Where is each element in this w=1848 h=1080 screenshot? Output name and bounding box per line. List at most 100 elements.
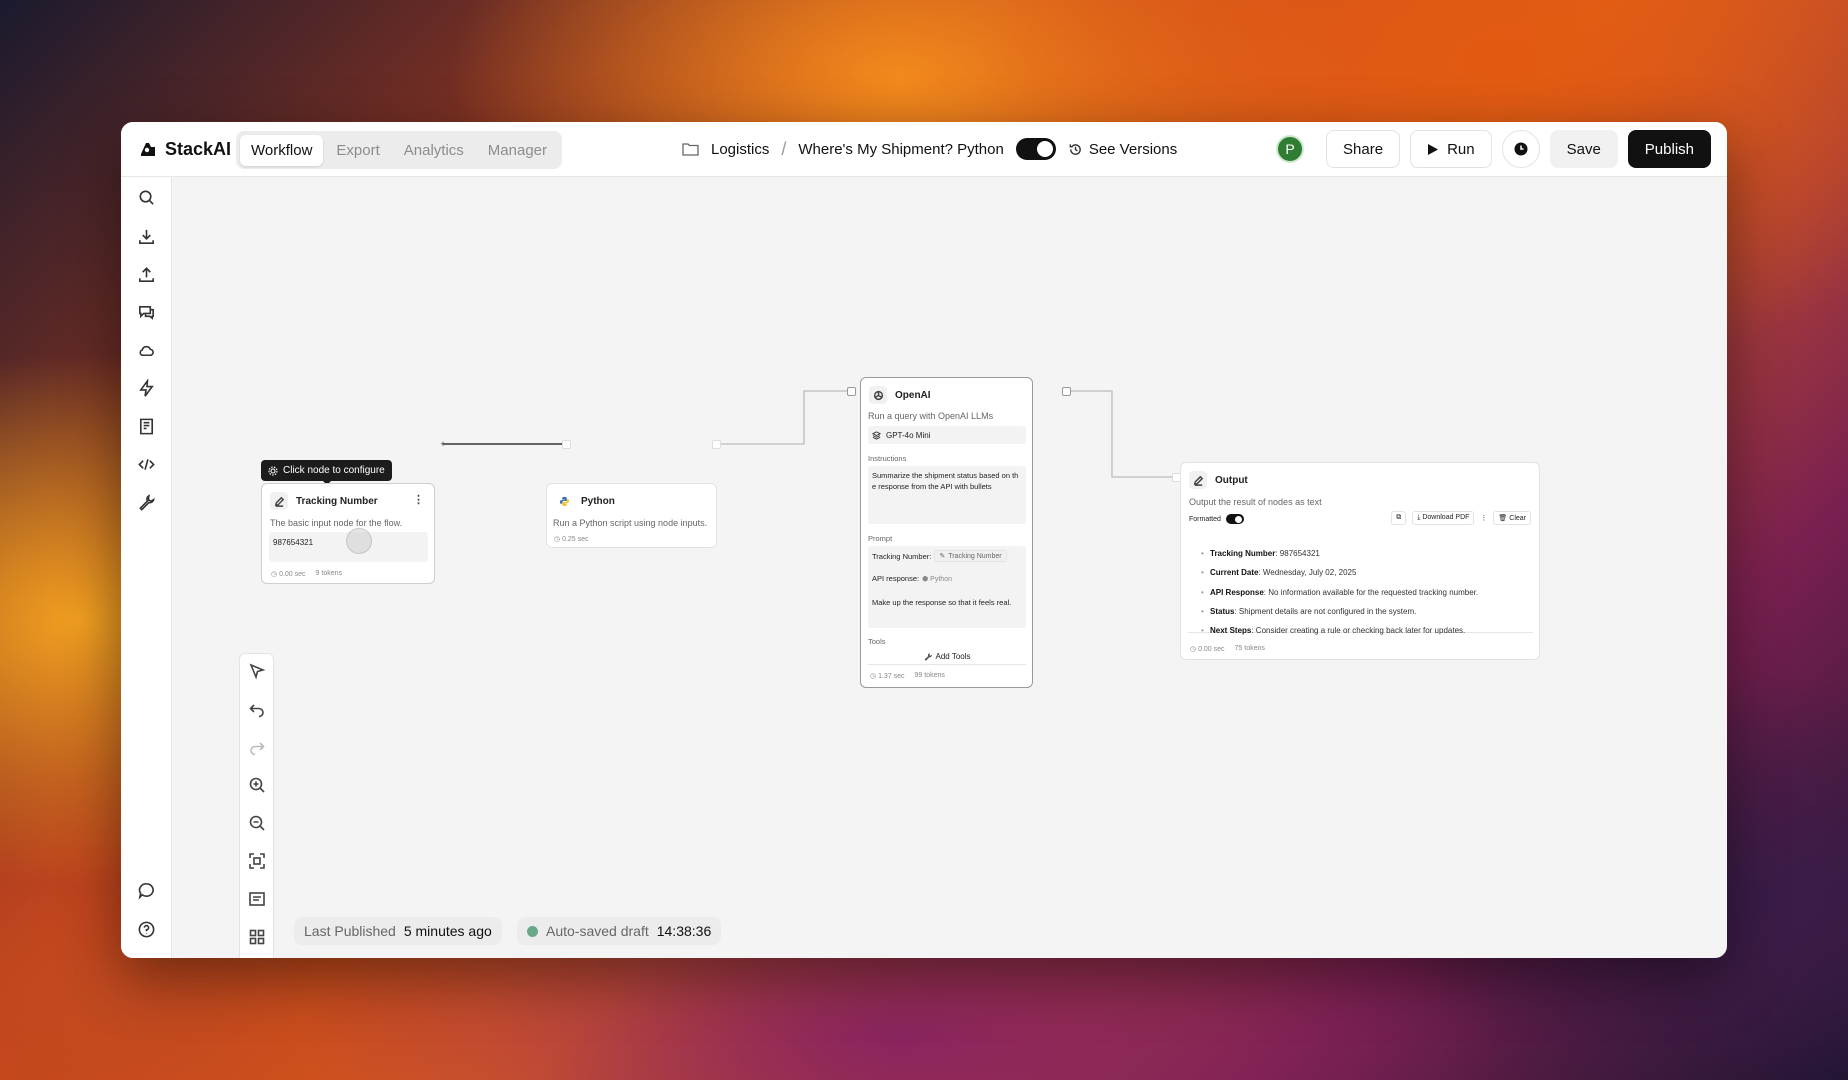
play-icon: [1428, 143, 1439, 155]
output-bullet: Next Steps: Consider creating a rule or …: [1201, 626, 1465, 635]
prompt-line-text: Make up the response so that it feels re…: [872, 598, 1012, 607]
fit-view-icon[interactable]: [248, 852, 266, 870]
token-stat: 9 tokens: [315, 570, 342, 577]
top-bar: StackAI Workflow Export Analytics Manage…: [121, 122, 1727, 177]
pointer-icon[interactable]: [248, 662, 266, 680]
layout-grid-icon[interactable]: [248, 928, 266, 946]
edge-openai-output: [1068, 390, 1182, 478]
node-description: The basic input node for the flow.: [270, 518, 403, 528]
history-icon: [1069, 143, 1081, 155]
variable-chip[interactable]: ✎ Tracking Number: [934, 550, 1007, 562]
avatar[interactable]: P: [1276, 135, 1305, 163]
formatted-toggle-row: Formatted: [1189, 514, 1244, 524]
node-description: Run a Python script using node inputs.: [553, 518, 708, 528]
output-bullet: Tracking Number: 987654321: [1201, 549, 1320, 558]
prompt-field[interactable]: Tracking Number: ✎ Tracking Number API r…: [868, 546, 1026, 628]
prompt-line: Tracking Number: ✎ Tracking Number: [872, 550, 1007, 562]
openai-output-port[interactable]: [1062, 387, 1071, 396]
logo-text: StackAI: [165, 138, 232, 159]
time-stat: ◷ 0.00 sec: [271, 571, 306, 578]
chat-bubbles-icon[interactable]: [135, 301, 157, 323]
main-tabs: Workflow Export Analytics Manager: [236, 131, 562, 169]
settings-icon: [268, 465, 278, 476]
node-output[interactable]: Output Output the result of nodes as tex…: [1180, 462, 1540, 660]
tab-workflow[interactable]: Workflow: [240, 134, 324, 166]
node-tracking-number[interactable]: Tracking Number ⋮ The basic input node f…: [261, 483, 435, 584]
lightning-icon[interactable]: [135, 377, 157, 399]
configure-tooltip: Click node to configure: [261, 460, 392, 485]
tools-label: Tools: [868, 637, 886, 646]
formatted-label: Formatted: [1189, 515, 1221, 523]
folder-icon: [682, 143, 699, 156]
node-openai[interactable]: OpenAI Run a query with OpenAI LLMs GPT-…: [860, 377, 1033, 688]
download-pdf-button[interactable]: ⤓ Download PDF: [1412, 511, 1475, 525]
variable-chip[interactable]: ⬢ Python: [922, 575, 952, 583]
deploy-toggle[interactable]: [1015, 138, 1056, 160]
instructions-field[interactable]: Summarize the shipment status based on t…: [868, 466, 1026, 524]
breadcrumb-folder[interactable]: Logistics: [711, 141, 769, 158]
report-icon[interactable]: [135, 415, 157, 437]
output-text-area[interactable]: Tracking Number: 987654321 Current Date:…: [1188, 533, 1533, 635]
formatted-toggle[interactable]: [1225, 514, 1244, 524]
redo-icon[interactable]: [248, 738, 266, 756]
publish-button[interactable]: Publish: [1627, 130, 1711, 168]
node-header: Tracking Number: [270, 492, 378, 510]
layers-icon: [872, 430, 881, 440]
left-sidebar: [121, 177, 172, 958]
breadcrumb-separator: /: [781, 138, 787, 159]
help-icon[interactable]: [135, 918, 157, 940]
message-icon[interactable]: [135, 879, 157, 901]
tracking-number-value: 987654321: [273, 538, 314, 547]
more-icon[interactable]: ⋮: [1480, 514, 1487, 522]
breadcrumb: Logistics / Where's My Shipment? Python …: [682, 138, 1177, 160]
node-title: OpenAI: [895, 389, 931, 401]
openai-input-port[interactable]: [847, 387, 856, 396]
note-icon[interactable]: [248, 890, 266, 908]
published-label: Last Published: [304, 923, 396, 939]
zoom-in-icon[interactable]: [248, 776, 266, 794]
run-button[interactable]: Run: [1410, 130, 1492, 168]
wrench-icon[interactable]: [135, 491, 157, 513]
autosave-label: Auto-saved draft: [546, 923, 649, 939]
tab-export[interactable]: Export: [325, 135, 390, 166]
toolbar: P Share Run Save Publish: [1276, 130, 1711, 168]
upload-icon[interactable]: [135, 263, 157, 285]
plus-connector[interactable]: +: [439, 440, 447, 449]
python-output-port[interactable]: [712, 440, 721, 449]
schedule-button[interactable]: [1501, 130, 1540, 168]
add-tools-button[interactable]: Add Tools: [868, 649, 1026, 665]
node-menu-icon[interactable]: ⋮: [413, 493, 424, 506]
token-stat: 75 tokens: [1234, 645, 1265, 652]
model-selector[interactable]: GPT-4o Mini: [868, 426, 1026, 444]
share-button[interactable]: Share: [1326, 130, 1401, 168]
prompt-label: Prompt: [868, 534, 893, 543]
save-button[interactable]: Save: [1549, 130, 1618, 168]
tab-manager[interactable]: Manager: [477, 135, 558, 166]
copy-icon[interactable]: ⧉: [1391, 511, 1407, 525]
node-stats: ◷ 0.00 sec 75 tokens: [1190, 645, 1265, 653]
published-value: 5 minutes ago: [403, 923, 492, 939]
node-python[interactable]: Python Run a Python script using node in…: [546, 483, 717, 548]
see-versions-button[interactable]: See Versions: [1068, 141, 1177, 158]
last-published-status: Last Published 5 minutes ago: [294, 917, 502, 945]
stackai-logo-icon: [141, 143, 155, 156]
output-bullet: API Response: No information available f…: [1201, 588, 1478, 597]
zoom-out-icon[interactable]: [248, 814, 266, 832]
download-icon[interactable]: [135, 225, 157, 247]
search-icon[interactable]: [135, 186, 157, 208]
node-stats: ◷ 0.00 sec 9 tokens: [271, 570, 342, 578]
workflow-canvas[interactable]: Click node to configure Tracking Number …: [172, 177, 1727, 958]
openai-icon: [869, 386, 887, 404]
python-input-port[interactable]: [562, 440, 571, 449]
node-header: Output: [1189, 471, 1248, 489]
prompt-line-label: Tracking Number:: [872, 551, 932, 561]
undo-icon[interactable]: [248, 700, 266, 718]
stackai-logo[interactable]: StackAI: [137, 138, 231, 160]
project-name[interactable]: Where's My Shipment? Python: [798, 141, 1003, 158]
code-icon[interactable]: [135, 453, 157, 475]
node-header: Python: [555, 492, 615, 510]
node-header: OpenAI: [869, 386, 931, 404]
tab-analytics[interactable]: Analytics: [393, 135, 475, 166]
clear-button[interactable]: 🗑 Clear: [1493, 511, 1531, 525]
cloud-icon[interactable]: [135, 339, 157, 361]
